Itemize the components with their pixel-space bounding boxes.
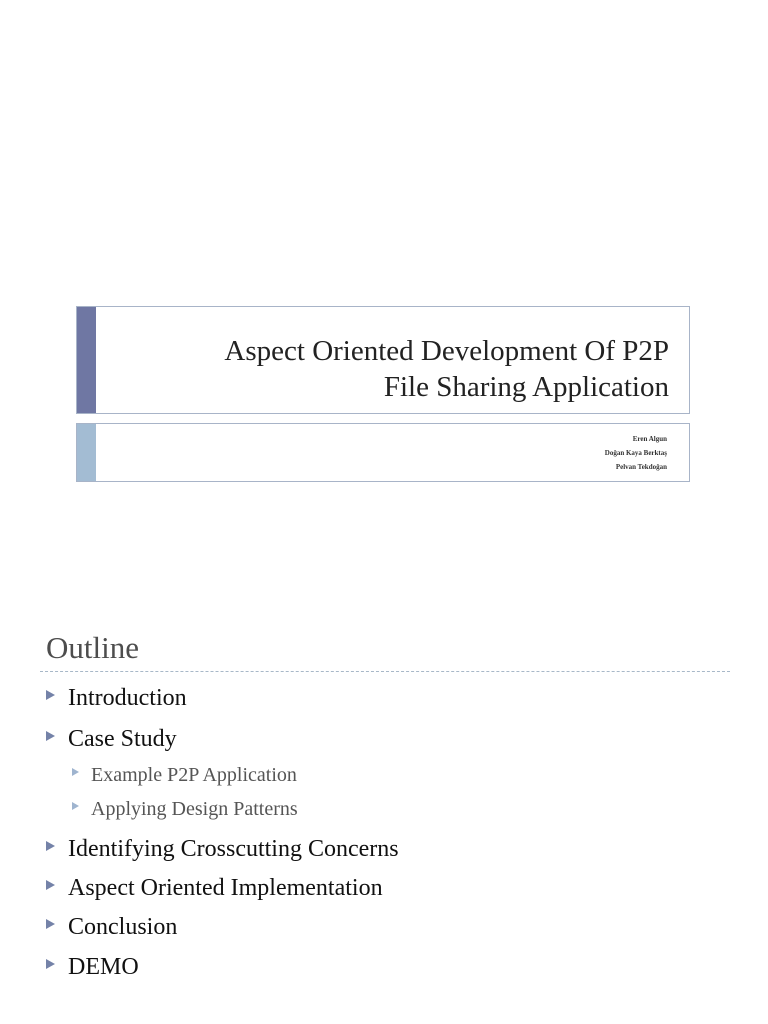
divider xyxy=(40,671,730,672)
outline-title: Outline xyxy=(46,630,139,665)
author: Eren Algun xyxy=(632,435,667,443)
authors: Eren Algun Doğan Kaya Berktaş Pelvan Tek… xyxy=(605,432,667,474)
bullet-arrow-icon xyxy=(46,959,55,969)
slide-title: Aspect Oriented Development Of P2P File … xyxy=(224,333,669,405)
list-item: DEMO xyxy=(46,954,139,981)
bullet-arrow-icon xyxy=(46,841,55,851)
item-label: Example P2P Application xyxy=(91,764,297,786)
list-subitem: Applying Design Patterns xyxy=(72,798,298,821)
item-label: DEMO xyxy=(68,954,139,980)
list-subitem: Example P2P Application xyxy=(72,764,297,787)
title-line-2: File Sharing Application xyxy=(383,371,669,403)
accent-bar xyxy=(77,424,96,481)
title-box: Aspect Oriented Development Of P2P File … xyxy=(76,306,690,414)
item-label: Introduction xyxy=(68,685,187,711)
list-item: Aspect Oriented Implementation xyxy=(46,875,383,902)
list-item: Introduction xyxy=(46,685,187,712)
bullet-arrow-icon xyxy=(46,690,55,700)
subtitle-box: Eren Algun Doğan Kaya Berktaş Pelvan Tek… xyxy=(76,423,690,482)
list-item: Case Study xyxy=(46,726,177,753)
bullet-arrow-icon xyxy=(72,768,79,776)
bullet-arrow-icon xyxy=(46,919,55,929)
bullet-arrow-icon xyxy=(46,731,55,741)
bullet-arrow-icon xyxy=(72,802,79,810)
item-label: Case Study xyxy=(68,726,177,752)
author: Pelvan Tekdoğan xyxy=(615,463,667,471)
item-label: Conclusion xyxy=(68,914,178,940)
item-label: Applying Design Patterns xyxy=(91,798,298,820)
item-label: Identifying Crosscutting Concerns xyxy=(68,836,399,862)
title-line-1: Aspect Oriented Development Of P2P xyxy=(224,335,669,367)
bullet-arrow-icon xyxy=(46,880,55,890)
author: Doğan Kaya Berktaş xyxy=(604,449,667,457)
accent-bar xyxy=(77,307,96,413)
item-label: Aspect Oriented Implementation xyxy=(68,875,383,901)
list-item: Identifying Crosscutting Concerns xyxy=(46,836,399,863)
list-item: Conclusion xyxy=(46,914,177,941)
